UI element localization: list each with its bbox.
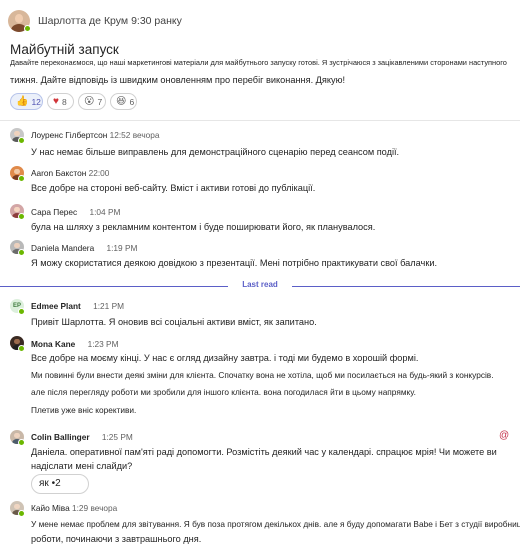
reply-text: У мене немає проблем для звітування. Я б…: [31, 519, 520, 529]
post-body-line-1: Давайте переконаємося, що наші маркетинг…: [10, 58, 507, 67]
reply-text: У нас немає більше виправлень для демонс…: [31, 147, 400, 157]
reaction-count: 6: [129, 96, 135, 107]
reaction-count: 7: [97, 96, 103, 107]
presence-available-icon: [18, 137, 25, 144]
reply-header: Daniela Mandera 1:19 PM: [31, 243, 137, 253]
laugh-icon: 😆: [116, 95, 127, 107]
reply-time: 1:19 PM: [106, 243, 138, 253]
presence-available-icon: [18, 439, 25, 446]
presence-available-icon: [18, 510, 25, 517]
reply-time: 1:21 PM: [93, 301, 125, 311]
reply-time: 12:52 вечора: [109, 130, 160, 140]
reply-text: Плетив уже вніс корективи.: [31, 405, 137, 415]
reply-text: роботи, починаючи з завтрашнього дня.: [31, 534, 202, 544]
reply-text: Все добре на стороні веб-сайту. Вміст і …: [31, 183, 316, 193]
reply-header: Edmee Plant 1:21 PM: [31, 301, 124, 311]
reply-text: Даніела. оперативної пам'яті раді допомо…: [31, 447, 497, 457]
reply-text: надіслати мені слайди?: [31, 461, 133, 471]
reaction-count: 12: [31, 96, 41, 107]
post-time: 9:30 ранку: [131, 15, 182, 27]
heart-icon: ♥: [53, 95, 59, 107]
post-header: Шарлотта де Крум 9:30 ранку: [38, 15, 182, 27]
presence-available-icon: [18, 175, 25, 182]
mention-icon: @: [499, 430, 510, 441]
reply-author: Colin Ballinger: [31, 432, 90, 442]
reply-author: Aaron Бакстон: [31, 168, 87, 178]
presence-available-icon: [18, 213, 25, 220]
reaction-heart[interactable]: ♥ 8: [47, 93, 74, 110]
reply-author: Сара Перес: [31, 207, 78, 217]
presence-available-icon: [24, 25, 31, 32]
reply-author: Daniela Mandera: [31, 243, 95, 253]
reply-header: Сара Перес 1:04 PM: [31, 207, 120, 217]
reaction-thumbs-up[interactable]: 👍 12: [10, 93, 43, 110]
reaction-count: 8: [61, 96, 67, 107]
reply-author: Mona Kane: [31, 339, 76, 349]
last-read-label: Last read: [242, 280, 278, 289]
presence-available-icon: [18, 308, 25, 315]
reply-text: Все добре на моєму кінці. У нас є огляд …: [31, 353, 419, 363]
reply-text: Ми повинні були внести деякі зміни для к…: [31, 370, 494, 380]
last-read-divider: Last read: [0, 280, 520, 292]
reply-header: Лоуренс Гілбертсон 12:52 вечора: [31, 130, 160, 140]
reaction-laugh[interactable]: 😆 6: [110, 93, 137, 110]
reaction-surprised[interactable]: 😮 7: [78, 93, 106, 110]
reply-header: Colin Ballinger 1:25 PM: [31, 432, 133, 442]
reply-text: Привіт Шарлотта. Я оновив всі соціальні …: [31, 317, 317, 327]
post-body-line-2: тижня. Дайте відповідь із швидким оновле…: [10, 75, 346, 85]
reply-time: 1:04 PM: [89, 207, 121, 217]
reply-time: 1:29 вечора: [72, 503, 118, 513]
reply-time: 1:25 PM: [101, 432, 133, 442]
thumbs-up-icon: 👍: [16, 95, 29, 107]
reply-text: була на шляху з рекламним контентом і бу…: [31, 222, 376, 232]
reply-header: Кайо Міва 1:29 вечора: [31, 503, 117, 513]
reply-author: Edmee Plant: [31, 301, 81, 311]
reply-author: Лоуренс Гілбертсон: [31, 130, 108, 140]
reply-header: Aaron Бакстон 22:00: [31, 168, 109, 178]
reply-text: але після перегляду роботи ми зробили дл…: [31, 387, 416, 397]
reply-time: 1:23 PM: [87, 339, 119, 349]
reply-time: 22:00: [88, 168, 110, 178]
reply-author: Кайо Міва: [31, 503, 70, 513]
reply-text: Я можу скористатися деякою довідкою з пр…: [31, 258, 438, 268]
thread-divider: [0, 120, 520, 121]
reaction-chip[interactable]: як •2: [31, 474, 89, 494]
surprised-icon: 😮: [84, 95, 95, 107]
presence-available-icon: [18, 249, 25, 256]
presence-available-icon: [18, 345, 25, 352]
post-author: Шарлотта де Крум: [38, 15, 129, 27]
post-title: Майбутній запуск: [10, 42, 119, 57]
reply-header: Mona Kane 1:23 PM: [31, 339, 118, 349]
